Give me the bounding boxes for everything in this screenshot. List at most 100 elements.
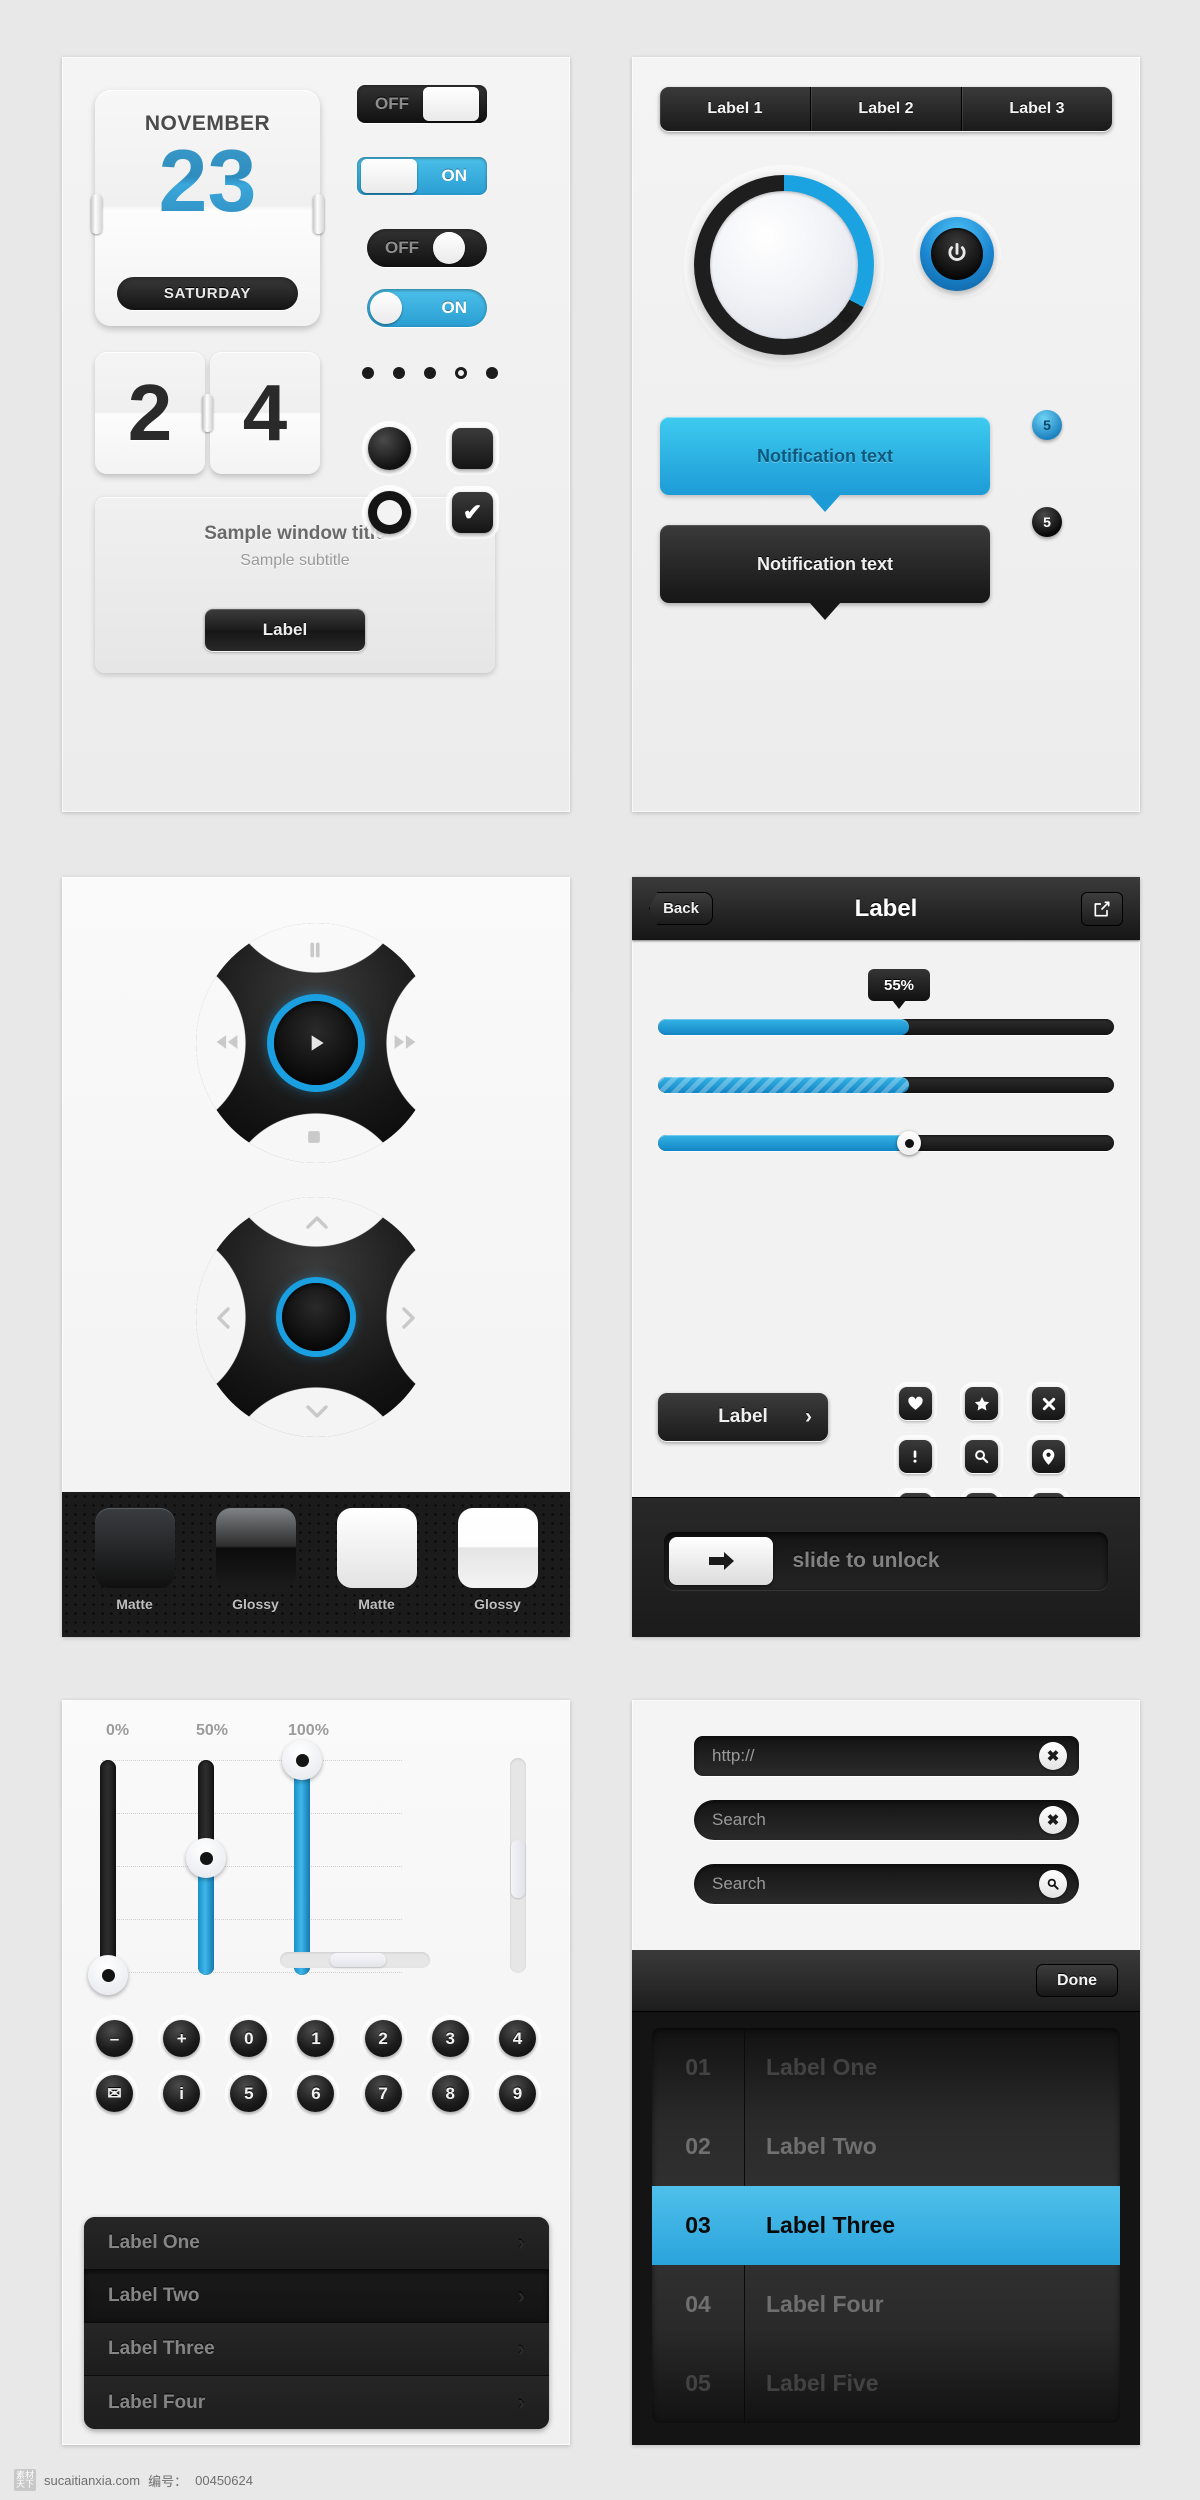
progress-bar-plain[interactable] [658,1019,1114,1035]
swatch-light-matte[interactable]: Matte [336,1508,417,1612]
toggle-square-on[interactable]: ON [357,157,487,195]
checkbox-checked-icon[interactable]: ✔ [452,492,493,533]
round-button-row-2: ✉ i 5 6 7 8 9 [96,2075,536,2112]
vertical-slider-0[interactable] [88,1760,128,1995]
range-slider[interactable] [658,1131,1114,1155]
tab-label-1[interactable]: Label 1 [660,87,811,131]
progress-bar-striped[interactable] [658,1077,1114,1093]
page-dot[interactable] [486,367,498,379]
radio-filled-icon[interactable] [368,427,411,470]
rewind-icon[interactable] [214,1031,240,1053]
page-dot[interactable] [393,367,405,379]
clear-icon[interactable]: ✖ [1039,1806,1067,1834]
list-item[interactable]: Label Three › [84,2323,549,2376]
clear-icon[interactable]: ✖ [1039,1742,1067,1770]
chevron-left-icon[interactable] [214,1305,234,1331]
toggle-round-on[interactable]: ON [367,289,487,327]
media-dpad-navigation[interactable] [196,1197,436,1437]
chevron-up-icon[interactable] [304,1213,330,1233]
power-button[interactable] [920,217,994,291]
back-button[interactable]: Back [649,892,713,925]
list-item[interactable]: Label Four › [84,2376,549,2429]
stop-icon[interactable] [304,1127,324,1147]
number-button-7[interactable]: 7 [364,2075,402,2112]
tab-label-2[interactable]: Label 2 [811,87,962,131]
close-icon-button[interactable] [1032,1387,1066,1420]
page-dot[interactable] [362,367,374,379]
segmented-control[interactable]: Label 1 Label 2 Label 3 [660,87,1112,131]
number-button-8[interactable]: 8 [431,2075,469,2112]
swatch-tile[interactable] [94,1508,175,1588]
slide-to-unlock-thumb[interactable] [669,1537,773,1585]
tab-label-3[interactable]: Label 3 [962,87,1112,131]
list-item[interactable]: Label One › [84,2217,549,2270]
number-button-1[interactable]: 1 [297,2020,335,2057]
mail-icon-button[interactable]: ✉ [96,2075,133,2112]
picker-row-selected[interactable]: 03 Label Three [652,2186,1120,2265]
url-field[interactable]: http:// ✖ [694,1736,1079,1776]
chevron-down-icon[interactable] [304,1401,330,1421]
list-item-active[interactable]: Label Two › [84,2270,549,2323]
vertical-slider-50[interactable] [186,1760,226,1975]
slider-thumb[interactable] [186,1838,226,1878]
picker-row[interactable]: 04 Label Four [652,2265,1120,2344]
swatch-light-glossy[interactable]: Glossy [457,1508,538,1612]
primary-list-button[interactable]: Label › [658,1393,828,1441]
exclamation-icon-button[interactable] [898,1440,932,1473]
scrollbar-horizontal[interactable] [280,1952,430,1968]
select-button[interactable] [282,1283,350,1351]
vertical-slider-100[interactable] [282,1740,322,1975]
number-button-3[interactable]: 3 [431,2020,469,2057]
check-glyph: ✔ [462,499,483,525]
media-dpad-transport[interactable] [196,923,436,1163]
search-icon[interactable] [1039,1870,1067,1898]
rotary-knob[interactable] [694,175,874,355]
picker-wheel[interactable]: 01 Label One 02 Label Two 03 Label Three… [652,2028,1120,2423]
heart-icon-button[interactable] [898,1387,932,1420]
info-icon-button[interactable]: i [163,2075,201,2112]
search-icon-button[interactable] [965,1440,999,1473]
picker-row[interactable]: 05 Label Five [652,2344,1120,2423]
number-button-9[interactable]: 9 [498,2075,536,2112]
star-icon-button[interactable] [965,1387,999,1420]
play-button[interactable] [274,1001,358,1085]
fast-forward-icon[interactable] [392,1031,418,1053]
share-button[interactable] [1081,891,1123,926]
page-dot[interactable] [424,367,436,379]
number-button-5[interactable]: 5 [230,2075,268,2112]
swatch-tile[interactable] [336,1508,417,1588]
picker-row[interactable]: 02 Label Two [652,2107,1120,2186]
done-button[interactable]: Done [1036,1964,1118,1997]
swatch-tile[interactable] [215,1508,296,1588]
sample-window-button[interactable]: Label [205,609,365,651]
number-button-6[interactable]: 6 [297,2075,335,2112]
swatch-dark-matte[interactable]: Matte [94,1508,175,1612]
toggle-square-off[interactable]: OFF [357,85,487,123]
search-field-clear[interactable]: Search ✖ [694,1800,1079,1840]
page-dot-active[interactable] [455,367,467,379]
swatch-tile[interactable] [457,1508,538,1588]
toggle-round-off[interactable]: OFF [367,229,487,267]
checkbox-empty-icon[interactable] [452,428,493,469]
plus-icon-button[interactable]: + [163,2020,201,2057]
location-pin-icon-button[interactable] [1032,1440,1066,1473]
number-button-0[interactable]: 0 [230,2020,268,2057]
scrollbar-vertical[interactable] [510,1758,526,1973]
search-field-submit[interactable]: Search [694,1864,1079,1904]
slide-to-unlock-track[interactable]: slide to unlock [664,1532,1108,1590]
slider-thumb[interactable] [88,1955,128,1995]
pause-icon[interactable] [304,939,326,961]
scrollbar-thumb[interactable] [511,1840,525,1898]
chevron-right-icon[interactable] [398,1305,418,1331]
power-button-core [931,228,983,280]
minus-icon-button[interactable]: – [96,2020,133,2057]
number-button-2[interactable]: 2 [364,2020,402,2057]
scrollbar-thumb[interactable] [330,1953,386,1967]
slider-thumb[interactable] [282,1740,322,1780]
picker-row[interactable]: 01 Label One [652,2028,1120,2107]
radio-empty-icon[interactable] [368,491,411,534]
range-slider-thumb[interactable] [897,1131,921,1155]
number-button-4[interactable]: 4 [498,2020,536,2057]
swatch-dark-glossy[interactable]: Glossy [215,1508,296,1612]
page-dots[interactable] [362,367,498,379]
